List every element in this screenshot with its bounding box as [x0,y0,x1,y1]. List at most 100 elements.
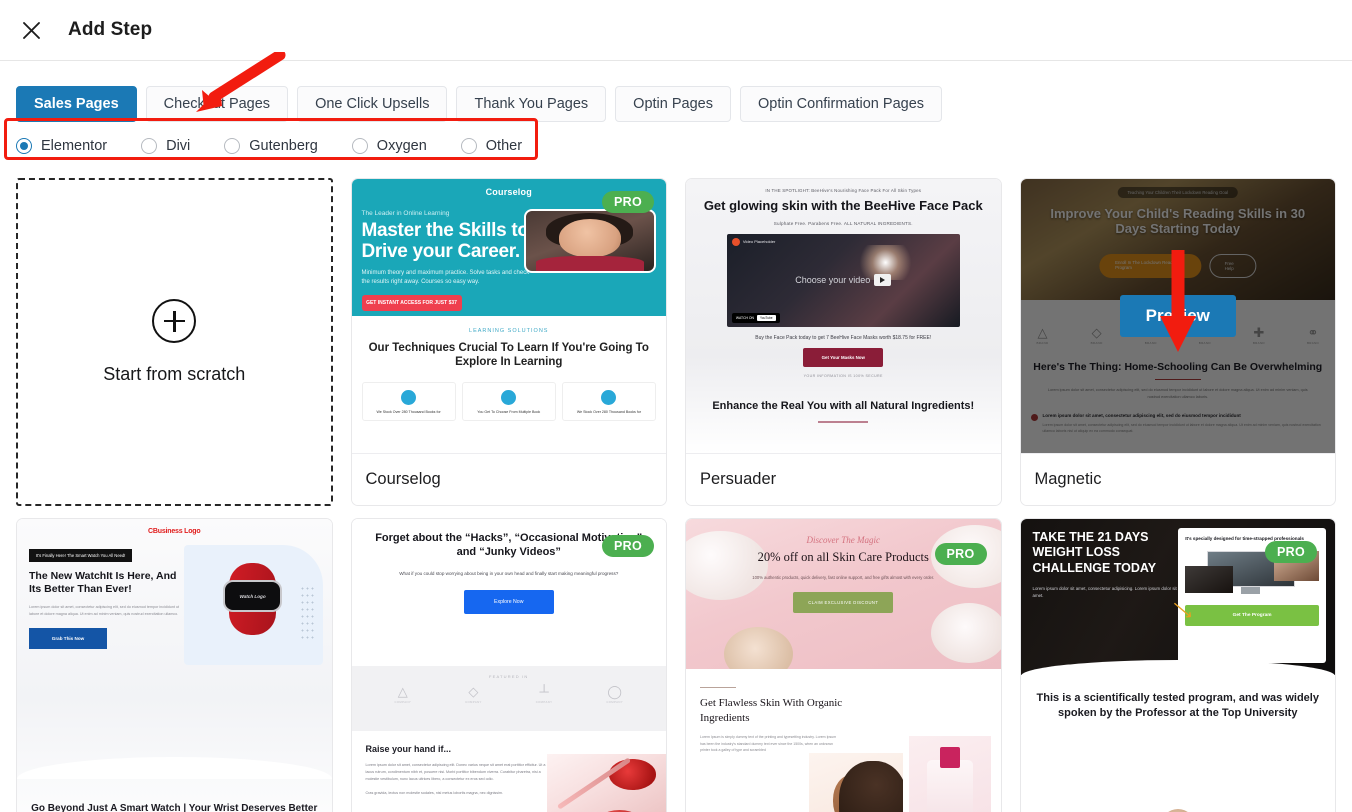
thumb-feature: We Stock Over 280 Thousand Books for [561,382,657,421]
page-builder-filter: Elementor Divi Gutenberg Oxygen Other [0,118,1352,168]
radio-gutenberg[interactable]: Gutenberg [224,138,318,154]
thumb-offer: Buy the Face Pack today to get 7 BeeHive… [755,334,932,341]
thumb-cta: Get Your Masks Now [803,347,884,367]
thumb-cta: Explore Now [463,589,554,614]
youtube-icon: YouTube [757,314,776,321]
plus-circle-icon [152,299,197,343]
tab-thank-you-pages[interactable]: Thank You Pages [456,85,607,122]
card-footer: Magnetic [1020,453,1335,505]
thumb-cta: CLAIM EXCLUSIVE DISCOUNT [793,592,894,614]
template-grid: Start from scratch PRO Courselog The Lea… [0,168,1352,812]
dot-pattern [300,585,317,641]
thumb-headline: TAKE THE 21 DAYS WEIGHT LOSS CHALLENGE T… [1032,530,1157,575]
thumb-subtext: Minimum theory and maximum practice. Sol… [361,270,530,286]
template-thumbnail: IN THE SPOTLIGHT: BeeHive's Nourishing F… [686,179,1001,453]
feature-label: We Stock Over 280 Thousand Books for [576,410,642,415]
thumb-feature: We Stock Over 280 Thousand Books for [361,382,456,421]
template-name: Persuader [700,470,777,488]
triangle-icon: △ [397,683,408,699]
radio-elementor[interactable]: Elementor [16,138,107,154]
page-title: Add Step [68,19,153,40]
template-name: Magnetic [1034,470,1102,488]
thumb-model-photo [808,753,904,812]
thumb-section-title: Raise your hand if... [365,743,452,754]
radio-oxygen[interactable]: Oxygen [351,138,427,154]
radio-dot-icon [351,138,368,154]
card-footer: Courselog [351,453,666,505]
template-card-magnetic[interactable]: Teaching Your Children Their Lockdown Re… [1019,178,1336,506]
pro-badge: PRO [934,543,987,565]
thumb-script-title: Discover The Magic [806,535,880,545]
tab-optin-pages[interactable]: Optin Pages [615,85,731,122]
thumb-headline: Master the Skills to Drive your Career. [361,220,529,262]
diamond-icon: ◇ [468,683,479,699]
brand-logo: △ COMPANY [394,685,411,704]
template-thumbnail: Courselog The Leader in Online Learning … [351,179,666,453]
divider [700,686,736,689]
template-name: Courselog [365,470,441,488]
template-card-courselog[interactable]: PRO Courselog The Leader in Online Learn… [350,178,667,506]
logo-text: Business Logo [152,528,201,535]
thumb-eyebrow: IN THE SPOTLIGHT: BeeHive's Nourishing F… [765,188,922,193]
radio-dot-icon [224,138,241,154]
thumb-subtext: Lorem ipsum dolor sit amet, consectetur … [29,605,180,616]
thumb-section-title: This is a scientifically tested program,… [1036,692,1319,719]
brand-label: COMPANY [465,699,482,704]
watch-on-label: WATCH ON [735,315,755,320]
tab-sales-pages[interactable]: Sales Pages [16,85,137,122]
start-from-scratch-card[interactable]: Start from scratch [16,178,333,506]
template-thumbnail: CBusiness Logo It's Finally Here! The Sm… [17,519,332,812]
brand-label: COMPANY [535,699,553,704]
tab-checkout-pages[interactable]: Checkout Pages [145,85,289,122]
radio-dot-icon [141,138,158,154]
thumb-subtext: 100% authentic products, quick delivery,… [752,574,935,580]
template-thumbnail: Forget about the “Hacks”, “Occasional Mo… [351,519,666,812]
play-icon [874,274,892,287]
radio-label-divi: Divi [166,138,191,154]
bridge-icon: ┴ [539,683,549,699]
card-footer: Persuader [686,453,1001,505]
radio-dot-icon [16,138,32,154]
template-card-watchit[interactable]: CBusiness Logo It's Finally Here! The Sm… [16,518,333,812]
thumb-section-title: Go Beyond Just A Smart Watch | Your Wris… [31,803,318,812]
thumb-headline: The New WatchIt Is Here, And Its Better … [29,570,177,596]
template-card-skincare[interactable]: PRO Discover The Magic 20% off on all Sk… [685,518,1002,812]
feature-label: We Stock Over 280 Thousand Books for [376,410,441,415]
template-card-persuader[interactable]: IN THE SPOTLIGHT: BeeHive's Nourishing F… [685,178,1002,506]
panel-cta: Get The Program [1185,604,1319,626]
thumb-product-photo [909,735,992,812]
close-icon[interactable] [16,15,46,45]
template-card-hacks[interactable]: PRO Forget about the “Hacks”, “Occasiona… [350,518,667,812]
feature-icon [601,390,617,406]
preview-button[interactable]: Preview [1119,295,1236,337]
feature-icon [501,390,517,406]
radio-divi[interactable]: Divi [141,138,190,154]
pro-badge: PRO [602,191,654,213]
thumb-kicker: LEARNING SOLUTIONS [469,328,549,334]
thumb-cta: Grab This Now [29,628,107,650]
template-card-weightloss[interactable]: PRO TAKE THE 21 DAYS WEIGHT LOSS CHALLEN… [1019,518,1336,812]
thumb-section-title: Enhance the Real You with all Natural In… [712,399,975,412]
brand-logo: ┴ COMPANY [536,685,553,704]
brand-logo: ◯ COMPANY [606,685,623,704]
thumb-subtext: What if you could stop worrying about be… [399,570,619,576]
radio-label-other: Other [485,138,523,154]
video-center-text: Choose your video [795,275,871,286]
tab-optin-confirmation-pages[interactable]: Optin Confirmation Pages [739,85,943,122]
thumb-subtext: Lorem ipsum dolor sit amet, consectetur … [1032,585,1177,599]
circle-icon: ◯ [607,683,622,699]
thumb-cta: GET INSTANT ACCESS FOR JUST $37 [361,295,462,312]
thumb-feature: You Get To Choose From Multiple Book [461,382,556,421]
thumb-tag: It's Finally Here! The Smart Watch You A… [29,549,133,562]
thumb-photo [523,209,656,274]
pro-badge: PRO [602,535,654,557]
thumb-section-title: Our Techniques Crucial To Learn If You'r… [368,342,649,369]
thumb-headline: Get glowing skin with the BeeHive Face P… [703,198,983,213]
preview-overlay: Preview [1020,179,1335,453]
radio-label-oxygen: Oxygen [376,138,427,154]
pro-badge: PRO [1265,541,1317,563]
start-from-scratch-label: Start from scratch [103,364,246,384]
brand-label: COMPANY [606,699,624,704]
tab-one-click-upsells[interactable]: One Click Upsells [297,85,448,122]
radio-other[interactable]: Other [460,138,523,154]
